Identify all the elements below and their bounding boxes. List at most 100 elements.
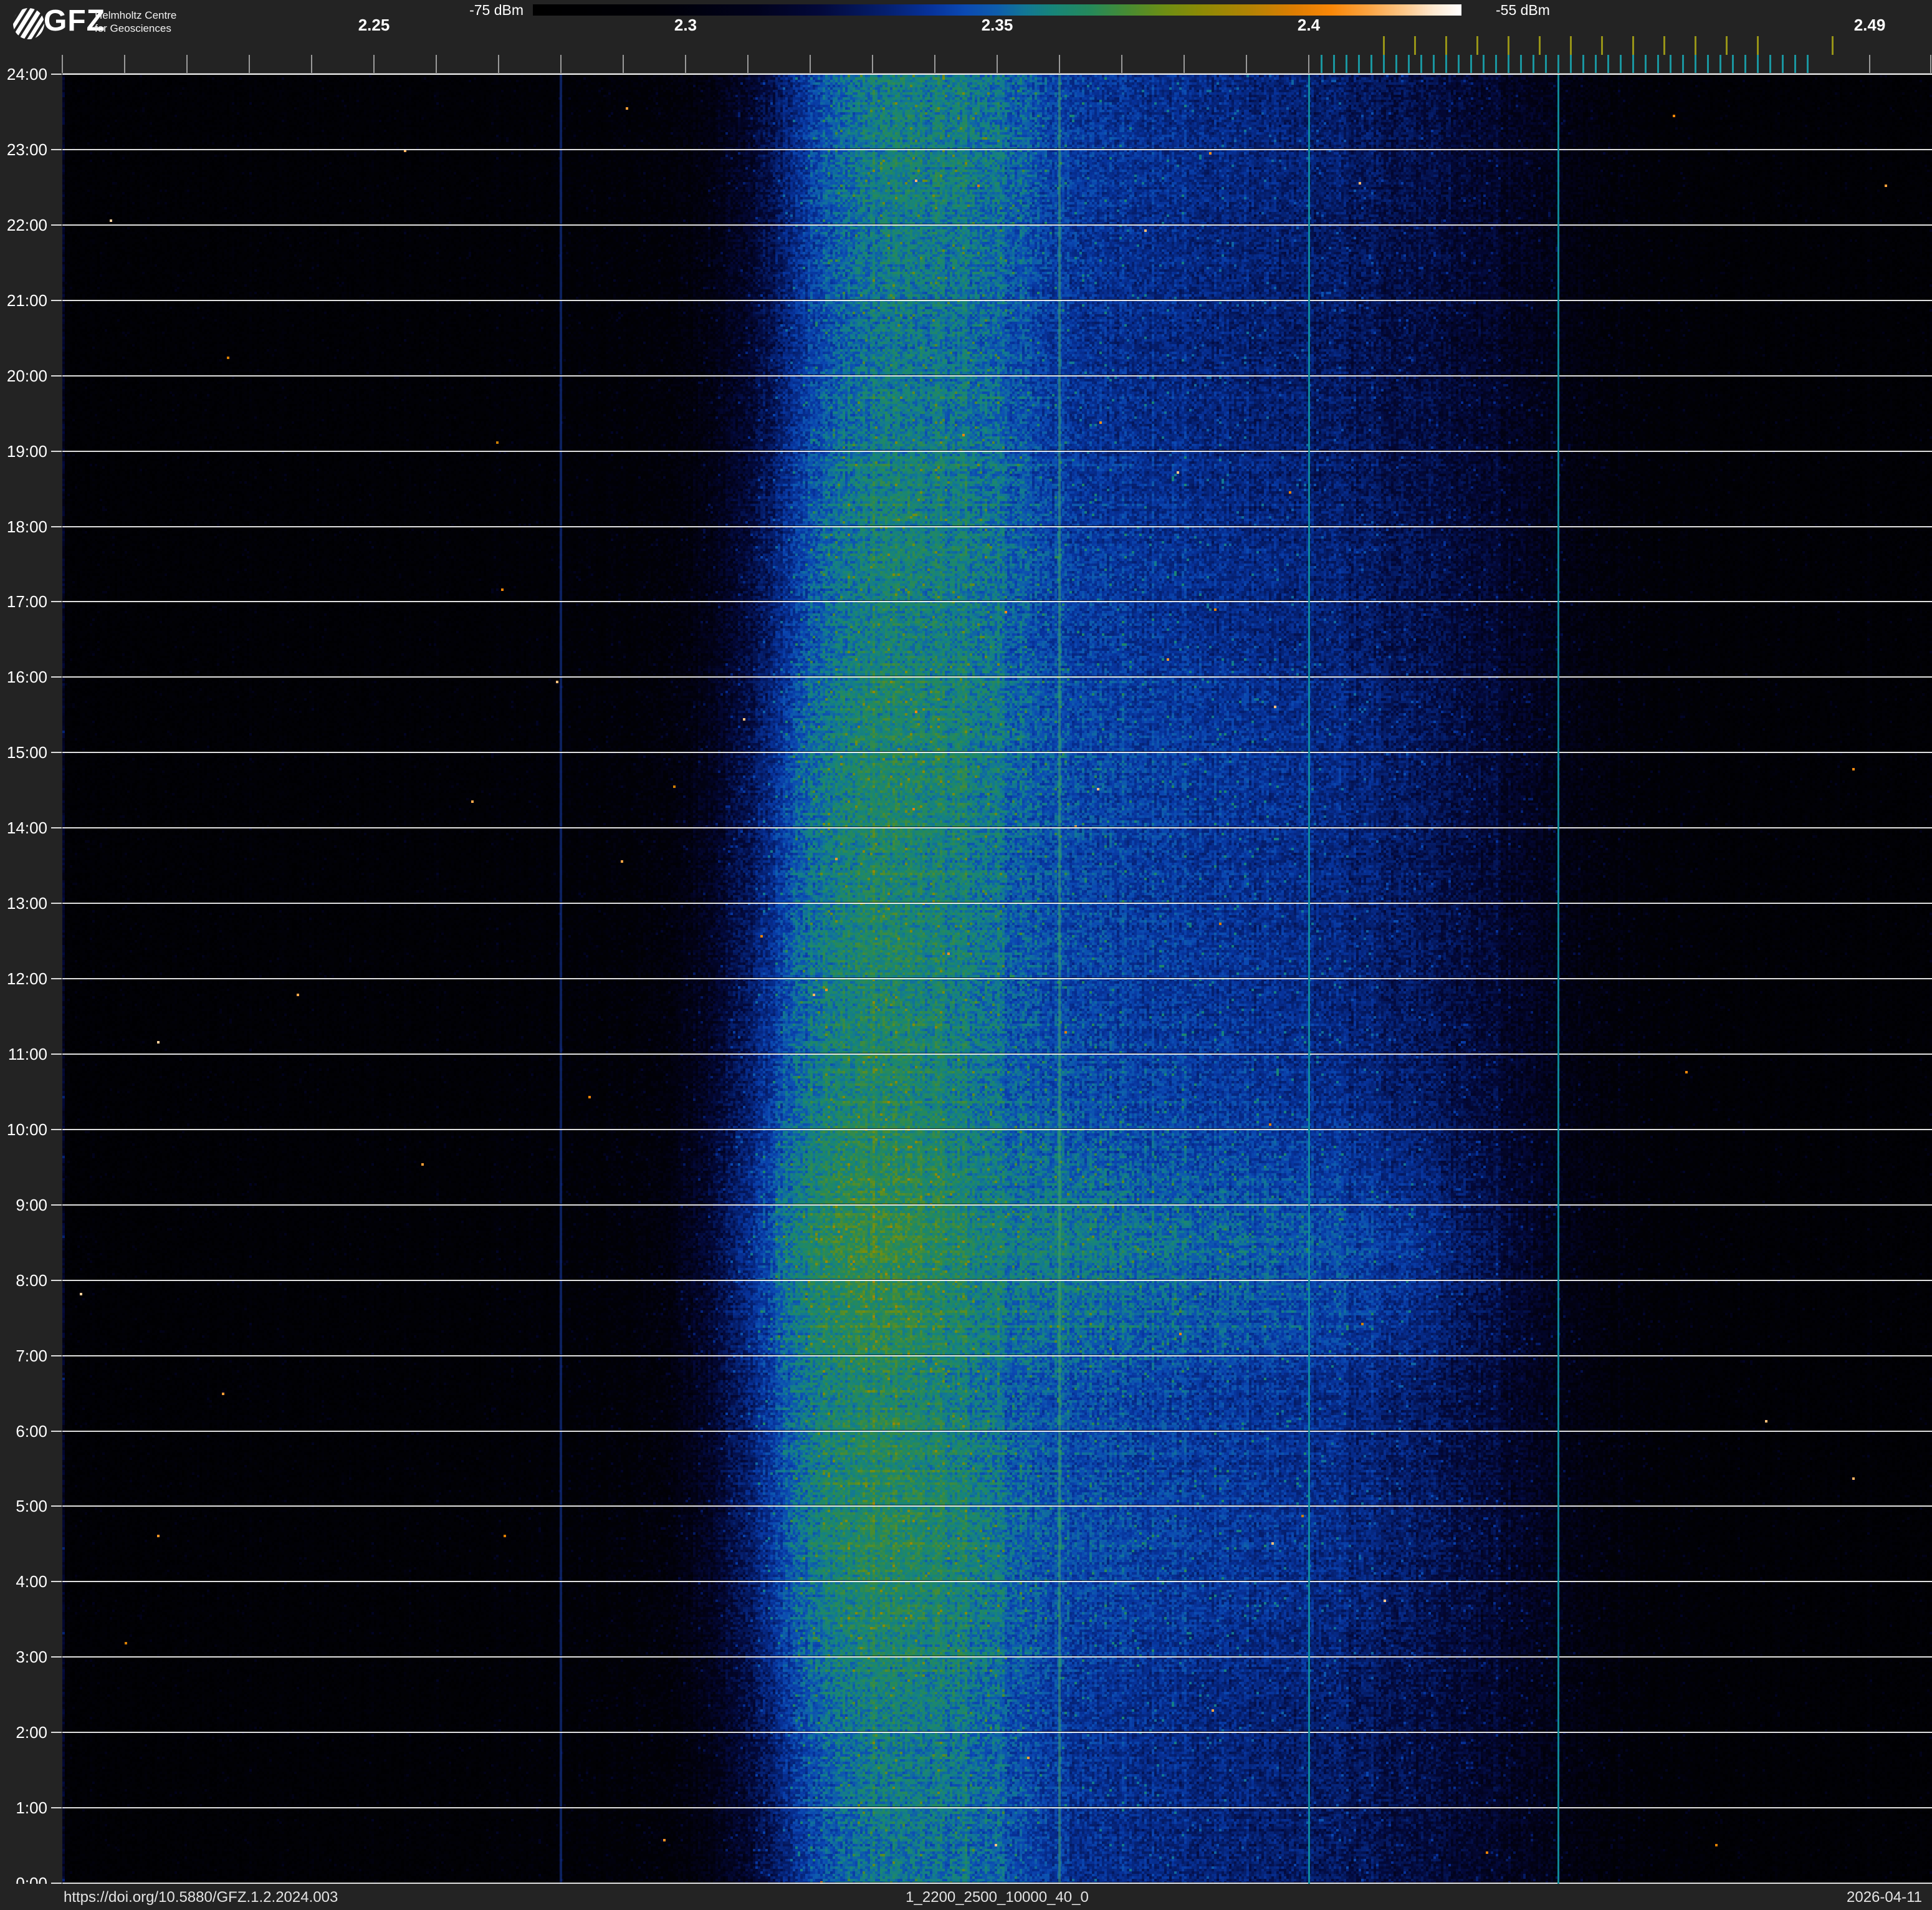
dataset-id-label: 1_2200_2500_10000_40_0 bbox=[906, 1889, 1089, 1906]
time-axis-label: 23:00 bbox=[2, 141, 47, 158]
time-axis-tick bbox=[51, 526, 62, 527]
ble-channel-tick bbox=[1433, 55, 1435, 73]
hour-gridline bbox=[62, 1581, 1932, 1582]
time-axis-tick bbox=[51, 1129, 62, 1130]
freq-axis-label: 2.3 bbox=[674, 17, 697, 32]
band-marker-line bbox=[1308, 75, 1310, 1884]
hour-gridline bbox=[62, 676, 1932, 678]
colorbar-gradient bbox=[533, 4, 1461, 16]
hour-gridline bbox=[62, 224, 1932, 226]
ble-channel-tick bbox=[1719, 55, 1721, 73]
freq-minor-tick bbox=[62, 55, 63, 73]
time-axis-label: 22:00 bbox=[2, 216, 47, 234]
wifi-channel-tick bbox=[1695, 36, 1696, 55]
time-axis-label: 13:00 bbox=[2, 895, 47, 912]
freq-minor-tick bbox=[498, 55, 499, 73]
freq-minor-tick bbox=[124, 55, 125, 73]
freq-minor-tick bbox=[934, 55, 935, 73]
ble-channel-tick bbox=[1358, 55, 1360, 73]
ble-channel-tick bbox=[1595, 55, 1597, 73]
freq-minor-tick bbox=[1059, 55, 1060, 73]
hour-gridline bbox=[62, 1129, 1932, 1130]
ble-channel-tick bbox=[1670, 55, 1671, 73]
hour-gridline bbox=[62, 526, 1932, 527]
time-axis-tick bbox=[51, 827, 62, 828]
time-axis-label: 16:00 bbox=[2, 668, 47, 686]
time-axis-tick bbox=[51, 74, 62, 75]
freq-minor-tick bbox=[1184, 55, 1185, 73]
ble-channel-tick bbox=[1757, 55, 1759, 73]
time-axis-label: 12:00 bbox=[2, 970, 47, 987]
wifi-channel-tick bbox=[1601, 36, 1603, 55]
ble-channel-tick bbox=[1782, 55, 1784, 73]
ble-channel-tick bbox=[1645, 55, 1647, 73]
time-axis-tick bbox=[51, 1280, 62, 1281]
ble-channel-tick bbox=[1695, 55, 1696, 73]
doi-link[interactable]: https://doi.org/10.5880/GFZ.1.2.2024.003 bbox=[64, 1889, 338, 1906]
freq-minor-tick bbox=[997, 55, 998, 73]
colorbar-min-label: -75 dBm bbox=[380, 2, 524, 17]
ble-channel-tick bbox=[1420, 55, 1422, 73]
hour-gridline bbox=[62, 1505, 1932, 1507]
spectrogram-canvas[interactable] bbox=[62, 75, 1932, 1884]
time-axis-label: 24:00 bbox=[2, 65, 47, 83]
ble-channel-tick bbox=[1321, 55, 1322, 73]
freq-minor-tick bbox=[747, 55, 748, 73]
freq-axis-label: 2.4 bbox=[1298, 17, 1320, 32]
hour-gridline bbox=[62, 903, 1932, 904]
time-axis-label: 5:00 bbox=[2, 1497, 47, 1515]
time-axis-label: 17:00 bbox=[2, 593, 47, 610]
wifi-channel-tick bbox=[1663, 36, 1665, 55]
time-axis-tick bbox=[51, 224, 62, 226]
time-axis-tick bbox=[51, 752, 62, 753]
time-axis-label: 6:00 bbox=[2, 1423, 47, 1440]
freq-minor-tick bbox=[436, 55, 437, 73]
wifi-channel-tick bbox=[1414, 36, 1416, 55]
time-axis-label: 1:00 bbox=[2, 1799, 47, 1816]
ble-channel-tick bbox=[1607, 55, 1609, 73]
hour-gridline bbox=[62, 1807, 1932, 1808]
ble-channel-tick bbox=[1458, 55, 1460, 73]
time-axis-tick bbox=[51, 978, 62, 979]
freq-axis-label: 2.25 bbox=[358, 17, 390, 32]
colorbar-max-label: -55 dBm bbox=[1496, 2, 1639, 17]
time-axis-tick bbox=[51, 1581, 62, 1582]
wifi-channel-tick bbox=[1726, 36, 1728, 55]
time-axis-label: 21:00 bbox=[2, 292, 47, 309]
time-axis-tick bbox=[51, 149, 62, 150]
wifi-channel-tick bbox=[1757, 36, 1759, 55]
wifi-channel-tick bbox=[1539, 36, 1541, 55]
time-axis-tick bbox=[51, 1355, 62, 1356]
ble-channel-tick bbox=[1794, 55, 1796, 73]
band-marker-line bbox=[1557, 75, 1559, 1884]
time-axis-label: 14:00 bbox=[2, 819, 47, 837]
date-label: 2026-04-11 bbox=[1847, 1889, 1922, 1906]
ble-channel-tick bbox=[1483, 55, 1485, 73]
time-axis-label: 3:00 bbox=[2, 1648, 47, 1666]
ble-channel-tick bbox=[1408, 55, 1410, 73]
time-axis-tick bbox=[51, 676, 62, 678]
wifi-channel-tick bbox=[1445, 36, 1447, 55]
freq-minor-tick bbox=[1246, 55, 1247, 73]
time-axis-label: 11:00 bbox=[2, 1045, 47, 1063]
freq-minor-tick bbox=[685, 55, 686, 73]
hour-gridline bbox=[62, 300, 1932, 301]
ble-channel-tick bbox=[1370, 55, 1372, 73]
time-axis-tick bbox=[51, 1732, 62, 1733]
freq-minor-tick bbox=[872, 55, 873, 73]
time-axis-tick bbox=[51, 451, 62, 452]
time-axis-label: 15:00 bbox=[2, 744, 47, 761]
ble-channel-tick bbox=[1557, 55, 1559, 73]
time-axis-tick bbox=[51, 903, 62, 904]
hour-gridline bbox=[62, 149, 1932, 150]
freq-minor-tick bbox=[1308, 55, 1309, 73]
time-axis-tick bbox=[51, 1431, 62, 1432]
hour-gridline bbox=[62, 1053, 1932, 1055]
gfz-logo-icon bbox=[12, 7, 45, 40]
time-axis-label: 9:00 bbox=[2, 1196, 47, 1214]
hour-gridline bbox=[62, 375, 1932, 377]
hour-gridline bbox=[62, 1355, 1932, 1356]
hour-gridline bbox=[62, 451, 1932, 452]
freq-minor-tick bbox=[1930, 55, 1931, 73]
ble-channel-tick bbox=[1520, 55, 1522, 73]
